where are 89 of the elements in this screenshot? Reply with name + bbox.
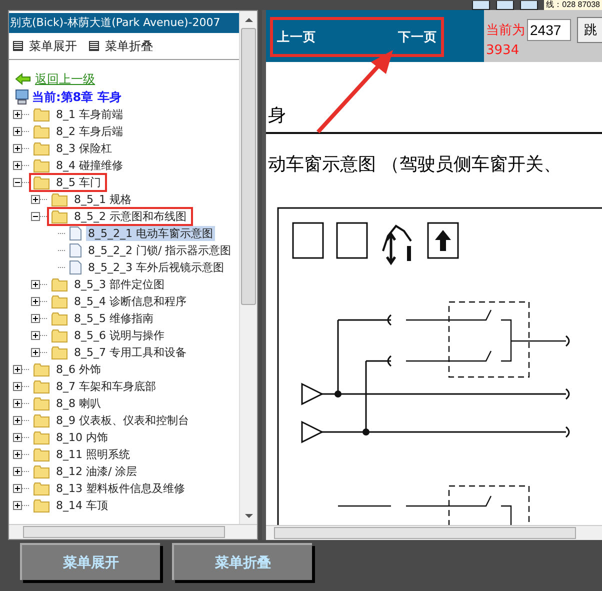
page-number-field[interactable]: 2437 bbox=[527, 19, 571, 41]
tree-item[interactable]: 8_5_3 部件定位图 bbox=[72, 277, 166, 292]
sidebar-title: 别克(Bick)-林荫大道(Park Avenue)-2007 bbox=[9, 13, 239, 33]
vertical-scrollbar[interactable] bbox=[239, 11, 257, 524]
expand-toggle[interactable] bbox=[31, 331, 40, 340]
folder-icon bbox=[33, 464, 50, 478]
expand-toggle[interactable] bbox=[13, 484, 22, 493]
computer-icon bbox=[15, 89, 29, 105]
tree-item[interactable]: 8_5_7 专用工具和设备 bbox=[72, 345, 188, 360]
folder-icon bbox=[51, 346, 68, 360]
expand-toggle[interactable] bbox=[13, 450, 22, 459]
tree-item[interactable]: 8_13 塑料板件信息及维修 bbox=[54, 481, 187, 496]
hotline-text: 线：028 87038 bbox=[544, 0, 602, 10]
diagram-title: 动车窗示意图 （驾驶员侧车窗开关、 bbox=[268, 153, 563, 176]
tree-item[interactable]: 8_11 照明系统 bbox=[54, 447, 132, 462]
previous-page-link[interactable]: 上一页 bbox=[277, 28, 316, 46]
expand-toggle[interactable] bbox=[13, 110, 22, 119]
expand-toggle[interactable] bbox=[31, 348, 40, 357]
document-heading: 身 bbox=[268, 104, 287, 128]
expand-toggle[interactable] bbox=[13, 382, 22, 391]
expand-toggle[interactable] bbox=[13, 144, 22, 153]
folder-icon bbox=[33, 482, 50, 496]
expand-toggle[interactable] bbox=[13, 501, 22, 510]
tree-item[interactable]: 8_5_2_2 门锁/ 指示器示意图 bbox=[86, 243, 234, 258]
tree-item[interactable]: 8_9 仪表板、仪表和控制台 bbox=[54, 413, 191, 428]
folder-icon bbox=[51, 328, 68, 342]
expand-toggle[interactable] bbox=[13, 433, 22, 442]
expand-toggle[interactable] bbox=[13, 467, 22, 476]
tree-item[interactable]: 8_5_6 说明与操作 bbox=[72, 328, 166, 343]
expand-toggle[interactable] bbox=[13, 399, 22, 408]
collapse-toggle[interactable] bbox=[31, 212, 40, 221]
tree-item[interactable]: 8_3 保险杠 bbox=[54, 141, 114, 156]
folder-icon bbox=[33, 430, 50, 444]
folder-icon bbox=[51, 294, 68, 308]
folder-icon bbox=[33, 448, 50, 462]
tree-item[interactable]: 8_1 车身前端 bbox=[54, 107, 125, 122]
folder-icon bbox=[33, 396, 50, 410]
horizontal-scrollbar[interactable] bbox=[266, 525, 602, 540]
current-chapter: 当前:第8章 车身 bbox=[32, 88, 122, 106]
expand-toggle[interactable] bbox=[31, 195, 40, 204]
current-page-label: 当前为 bbox=[486, 22, 525, 39]
tree-item[interactable]: 8_12 油漆/ 涂层 bbox=[54, 464, 140, 479]
expand-toggle[interactable] bbox=[13, 416, 22, 425]
tree-item[interactable]: 8_14 车顶 bbox=[54, 498, 110, 513]
expand-toggle[interactable] bbox=[13, 161, 22, 170]
folder-icon bbox=[33, 380, 50, 394]
back-arrow-icon bbox=[15, 73, 31, 85]
expand-toggle[interactable] bbox=[13, 365, 22, 374]
folder-icon bbox=[33, 158, 50, 172]
tree-item[interactable]: 8_6 外饰 bbox=[54, 362, 103, 377]
tree-item[interactable]: 8_7 车架和车身底部 bbox=[54, 379, 158, 394]
expand-toggle[interactable] bbox=[31, 314, 40, 323]
folder-icon bbox=[51, 312, 68, 326]
expand-toggle[interactable] bbox=[13, 127, 22, 136]
horizontal-scrollbar[interactable] bbox=[9, 524, 257, 539]
expand-toggle[interactable] bbox=[31, 280, 40, 289]
folder-icon bbox=[51, 210, 68, 224]
document-icon bbox=[69, 243, 82, 258]
expand-toggle[interactable] bbox=[31, 297, 40, 306]
tree-item[interactable]: 8_4 碰撞维修 bbox=[54, 158, 125, 173]
document-icon bbox=[69, 226, 82, 241]
folder-icon bbox=[33, 176, 50, 190]
folder-icon bbox=[33, 362, 50, 376]
folder-icon bbox=[33, 498, 50, 512]
document-icon bbox=[69, 260, 82, 275]
tree-item[interactable]: 8_5_4 诊断信息和程序 bbox=[72, 294, 188, 309]
tree-item[interactable]: 8_5_2_1 电动车窗示意图 bbox=[86, 226, 215, 241]
folder-icon bbox=[33, 124, 50, 138]
jump-button[interactable]: 跳 bbox=[577, 17, 602, 43]
folder-icon bbox=[33, 414, 50, 428]
total-pages: 3934 bbox=[486, 43, 520, 58]
collapse-toggle[interactable] bbox=[13, 178, 22, 187]
toolbar-button[interactable] bbox=[520, 1, 538, 10]
menu-toggle-button[interactable]: 菜单折叠 bbox=[89, 38, 153, 54]
tree-item[interactable]: 8_8 喇叭 bbox=[54, 396, 103, 411]
folder-icon bbox=[51, 192, 68, 206]
toolbar-button[interactable] bbox=[472, 1, 490, 10]
menu-toggle-button[interactable]: 菜单展开 bbox=[13, 38, 77, 54]
folder-icon bbox=[33, 108, 50, 122]
tree-item[interactable]: 8_5_2_3 车外后视镜示意图 bbox=[86, 260, 226, 275]
tree-item[interactable]: 8_5_5 维修指南 bbox=[72, 311, 156, 326]
tree-item[interactable]: 8_10 内饰 bbox=[54, 430, 110, 445]
toolbar-button[interactable] bbox=[496, 1, 514, 10]
tree-item[interactable]: 8_2 车身后端 bbox=[54, 124, 125, 139]
folder-icon bbox=[33, 142, 50, 156]
back-link[interactable]: 返回上一级 bbox=[35, 70, 95, 88]
tree-item[interactable]: 8_5_1 规格 bbox=[72, 192, 134, 207]
next-page-link[interactable]: 下一页 bbox=[398, 28, 437, 46]
folder-icon bbox=[51, 278, 68, 292]
